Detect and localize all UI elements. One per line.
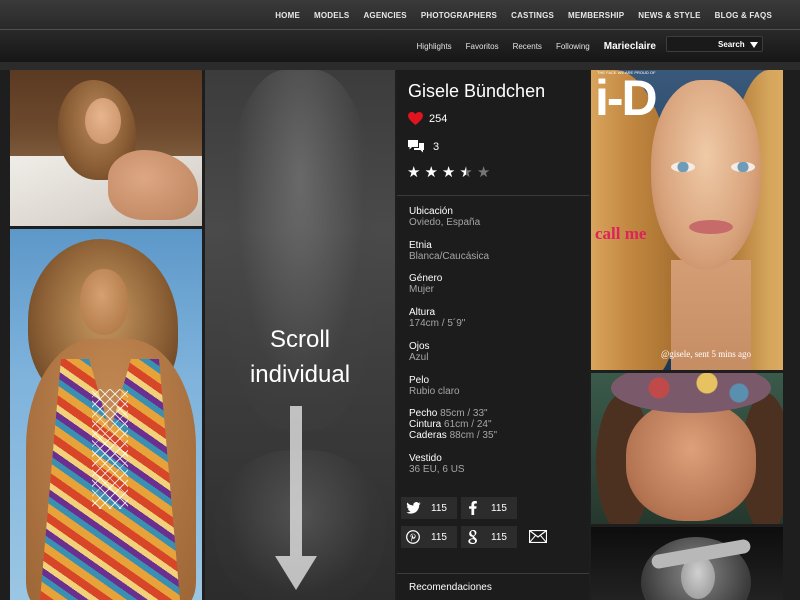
star-icon[interactable]: ★ bbox=[424, 165, 437, 181]
search-input[interactable]: Search bbox=[666, 36, 763, 52]
field-location: Ubicación Oviedo, España bbox=[409, 206, 481, 228]
recommendations-divider bbox=[397, 573, 589, 574]
cover-headline: call me bbox=[595, 224, 647, 243]
sub-nav: Highlights Favoritos Recents Following M… bbox=[417, 41, 656, 52]
id-magazine-logo: i-D bbox=[595, 70, 658, 126]
gallery-photo-4[interactable] bbox=[591, 373, 783, 524]
top-header: HOME MODELS AGENCIES PHOTOGRAPHERS CASTI… bbox=[0, 0, 800, 62]
share-google-button[interactable]: 115 bbox=[461, 526, 517, 548]
scroll-hint-text: Scroll individual bbox=[249, 326, 351, 388]
recommendations-heading[interactable]: Recomendaciones bbox=[409, 582, 492, 593]
nav-models[interactable]: MODELS bbox=[314, 11, 349, 20]
individual-scroll-column[interactable]: Scroll individual bbox=[205, 70, 395, 600]
field-height: Altura 174cm / 5´9" bbox=[409, 307, 466, 329]
comments-button[interactable]: 3 bbox=[408, 140, 439, 153]
field-gender: Género Mujer bbox=[409, 273, 443, 295]
arrow-down-icon bbox=[290, 406, 302, 556]
field-dress-size: Vestido 36 EU, 6 US bbox=[409, 453, 465, 475]
comments-icon bbox=[408, 140, 424, 153]
star-half-icon[interactable]: ★ bbox=[459, 165, 472, 181]
profile-name: Gisele Bündchen bbox=[408, 81, 546, 101]
nav-castings[interactable]: CASTINGS bbox=[511, 11, 554, 20]
twitter-icon bbox=[405, 502, 421, 514]
arrow-down-head-icon bbox=[275, 556, 317, 590]
star-icon[interactable]: ★ bbox=[442, 165, 455, 181]
photo-caption: @gisele, sent 5 mins ago bbox=[661, 349, 752, 359]
comments-count: 3 bbox=[433, 140, 440, 153]
subnav-recents[interactable]: Recents bbox=[513, 42, 542, 51]
pinterest-icon bbox=[406, 530, 420, 544]
nav-photographers[interactable]: PHOTOGRAPHERS bbox=[421, 11, 497, 20]
share-facebook-button[interactable]: 115 bbox=[461, 497, 517, 519]
rating-stars[interactable]: ★ ★ ★ ★ ★ bbox=[407, 165, 490, 181]
gallery-photo-2[interactable] bbox=[10, 229, 202, 600]
likes-count: 254 bbox=[429, 112, 448, 125]
info-divider bbox=[397, 195, 589, 196]
google-icon bbox=[468, 530, 477, 544]
star-empty-icon[interactable]: ★ bbox=[477, 165, 490, 181]
nav-news-style[interactable]: NEWS & STYLE bbox=[638, 11, 700, 20]
subnav-brand-marieclaire[interactable]: Marieclaire bbox=[604, 41, 656, 52]
header-band bbox=[0, 62, 800, 70]
nav-home[interactable]: HOME bbox=[275, 11, 300, 20]
heart-icon bbox=[408, 112, 423, 125]
gallery-photo-5[interactable] bbox=[591, 527, 783, 600]
nav-divider bbox=[0, 29, 800, 30]
nav-membership[interactable]: MEMBERSHIP bbox=[568, 11, 624, 20]
subnav-following[interactable]: Following bbox=[556, 42, 590, 51]
subnav-highlights[interactable]: Highlights bbox=[417, 42, 452, 51]
search-dropdown-icon[interactable] bbox=[750, 42, 758, 48]
main-nav: HOME MODELS AGENCIES PHOTOGRAPHERS CASTI… bbox=[275, 11, 772, 20]
magazine-cover-photo[interactable]: THE FACE WE ARE PROUD OF i-D call me @gi… bbox=[591, 70, 783, 370]
profile-info-panel: Gisele Bündchen 254 3 ★ ★ ★ ★ ★ Ubicació… bbox=[397, 70, 589, 600]
facebook-icon bbox=[469, 501, 477, 515]
field-ethnicity: Etnia Blanca/Caucásica bbox=[409, 240, 490, 262]
gallery-photo-1[interactable] bbox=[10, 70, 202, 226]
field-eyes: Ojos Azul bbox=[409, 341, 430, 363]
search-label: Search bbox=[718, 40, 745, 49]
likes-button[interactable]: 254 bbox=[408, 112, 447, 125]
subnav-favoritos[interactable]: Favoritos bbox=[466, 42, 499, 51]
field-measurements: Pecho 85cm / 33" Cintura 61cm / 24" Cade… bbox=[409, 408, 498, 441]
star-icon[interactable]: ★ bbox=[407, 165, 420, 181]
share-twitter-button[interactable]: 115 bbox=[401, 497, 457, 519]
nav-blog-faqs[interactable]: BLOG & FAQS bbox=[715, 11, 772, 20]
mail-icon[interactable] bbox=[529, 530, 547, 543]
field-hair: Pelo Rubio claro bbox=[409, 375, 460, 397]
share-pinterest-button[interactable]: 115 bbox=[401, 526, 457, 548]
nav-agencies[interactable]: AGENCIES bbox=[363, 11, 406, 20]
